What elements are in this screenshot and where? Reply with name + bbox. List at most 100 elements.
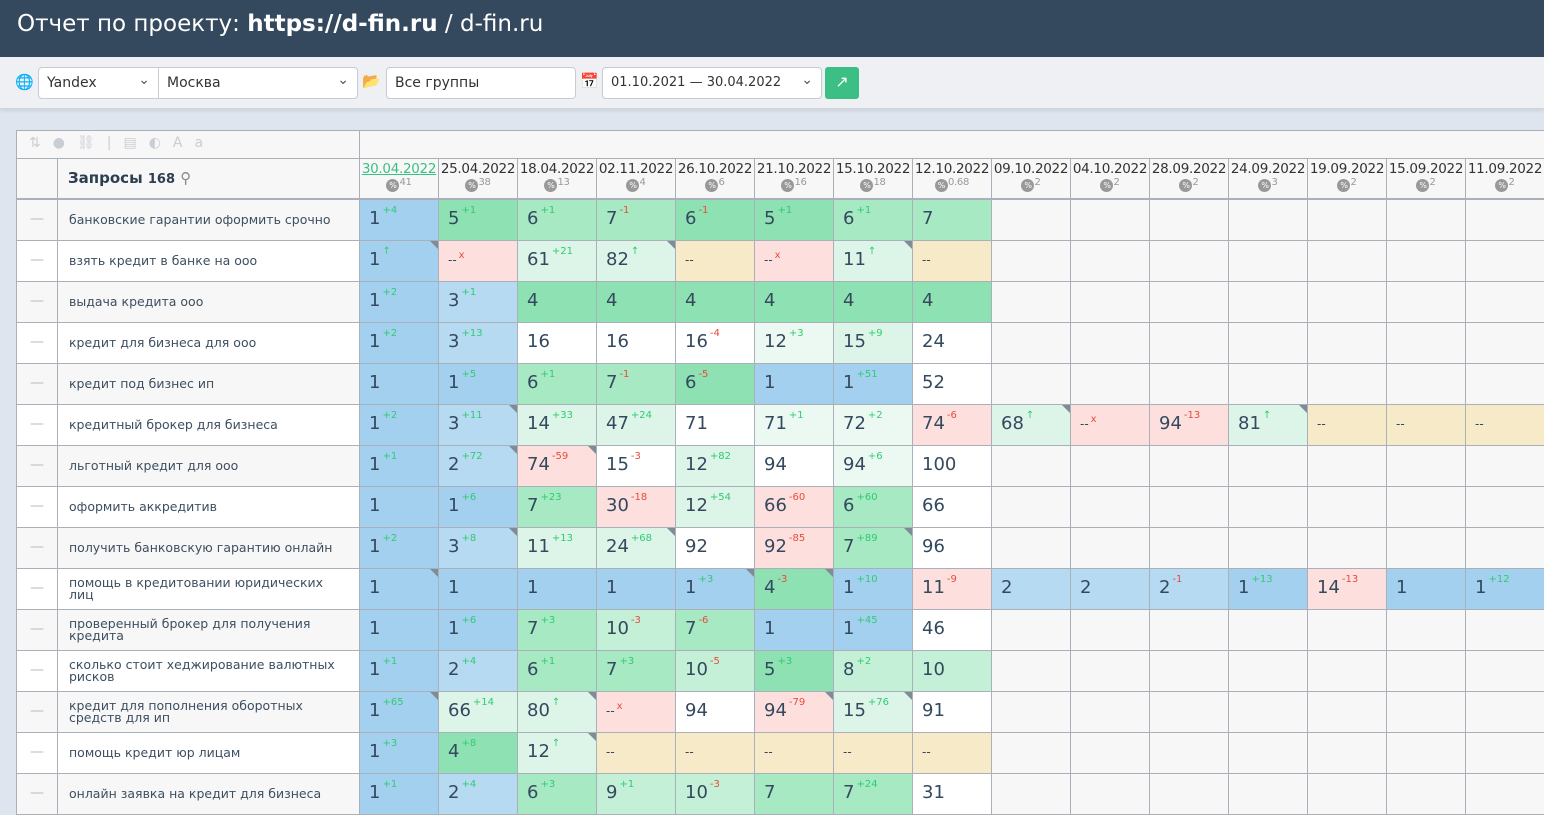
position-cell[interactable]: 2 <box>992 569 1071 609</box>
snippet-corner-marker[interactable] <box>904 528 912 536</box>
position-cell[interactable] <box>1229 610 1308 650</box>
position-cell[interactable]: -- <box>913 241 992 281</box>
position-cell[interactable]: 1 <box>597 569 676 609</box>
position-cell[interactable] <box>1308 774 1387 814</box>
date-label[interactable]: 24.09.2022 <box>1229 161 1307 177</box>
position-cell[interactable] <box>1229 487 1308 527</box>
position-cell[interactable] <box>1071 200 1150 240</box>
remove-query-button[interactable]: — <box>17 200 57 240</box>
position-cell[interactable]: 1 +2 <box>360 323 439 363</box>
position-cell[interactable] <box>1150 364 1229 404</box>
remove-query-button[interactable]: — <box>17 651 57 691</box>
position-cell[interactable] <box>992 364 1071 404</box>
position-cell[interactable]: 16 -4 <box>676 323 755 363</box>
remove-query-button[interactable]: — <box>17 241 57 281</box>
position-cell[interactable]: 6 -5 <box>676 364 755 404</box>
position-cell[interactable]: 1 +4 <box>360 200 439 240</box>
date-column-header[interactable]: 28.09.2022% 2 <box>1150 159 1229 199</box>
position-cell[interactable]: 30 -18 <box>597 487 676 527</box>
position-cell[interactable] <box>992 241 1071 281</box>
position-cell[interactable]: 1 +10 <box>834 569 913 609</box>
date-column-header[interactable]: 21.10.2022% 16 <box>755 159 834 199</box>
position-cell[interactable]: 94 <box>755 446 834 486</box>
position-cell[interactable] <box>992 200 1071 240</box>
position-cell[interactable]: 4 <box>913 282 992 322</box>
queries-header[interactable]: Запросы 168 ⚲ <box>57 159 360 199</box>
position-cell[interactable] <box>1387 774 1466 814</box>
position-cell[interactable]: 80 ↑ <box>518 692 597 732</box>
position-cell[interactable]: 1 +1 <box>360 446 439 486</box>
position-cell[interactable] <box>1387 282 1466 322</box>
position-cell[interactable]: -- x <box>597 692 676 732</box>
position-cell[interactable]: 8 +2 <box>834 651 913 691</box>
position-cell[interactable]: 91 <box>913 692 992 732</box>
position-cell[interactable]: 16 <box>518 323 597 363</box>
export-button[interactable]: ↗ <box>825 67 859 99</box>
date-column-header[interactable]: 26.10.2022% 6 <box>676 159 755 199</box>
position-cell[interactable]: 4 +8 <box>439 733 518 773</box>
date-label[interactable]: 26.10.2022 <box>676 161 754 177</box>
position-cell[interactable]: 10 -3 <box>597 610 676 650</box>
position-cell[interactable]: 4 -3 <box>755 569 834 609</box>
snippet-corner-marker[interactable] <box>509 446 517 454</box>
position-cell[interactable] <box>1071 282 1150 322</box>
position-cell[interactable]: 1 <box>439 569 518 609</box>
date-label[interactable]: 09.10.2022 <box>992 161 1070 177</box>
date-label[interactable]: 15.09.2022 <box>1387 161 1465 177</box>
position-cell[interactable] <box>1387 528 1466 568</box>
date-column-header[interactable]: 19.09.2022% 2 <box>1308 159 1387 199</box>
position-cell[interactable]: 6 +60 <box>834 487 913 527</box>
remove-query-button[interactable]: — <box>17 569 57 609</box>
position-cell[interactable]: 6 +3 <box>518 774 597 814</box>
remove-query-button[interactable]: — <box>17 446 57 486</box>
snippet-corner-marker[interactable] <box>904 241 912 249</box>
position-cell[interactable]: 1 <box>518 569 597 609</box>
position-cell[interactable]: 74 -59 <box>518 446 597 486</box>
position-cell[interactable]: 82 ↑ <box>597 241 676 281</box>
position-cell[interactable] <box>1229 733 1308 773</box>
remove-query-button[interactable]: — <box>17 610 57 650</box>
position-cell[interactable]: 1 <box>755 364 834 404</box>
position-cell[interactable] <box>1150 323 1229 363</box>
position-cell[interactable]: -- <box>1466 405 1544 445</box>
remove-query-button[interactable]: — <box>17 323 57 363</box>
remove-query-button[interactable]: — <box>17 733 57 773</box>
position-cell[interactable] <box>1387 364 1466 404</box>
date-label[interactable]: 30.04.2022 <box>360 161 438 177</box>
position-cell[interactable]: 9 +1 <box>597 774 676 814</box>
position-cell[interactable]: 71 +1 <box>755 405 834 445</box>
position-cell[interactable]: 1 +5 <box>439 364 518 404</box>
snippet-corner-marker[interactable] <box>509 528 517 536</box>
position-cell[interactable]: 1 +3 <box>676 569 755 609</box>
position-cell[interactable] <box>992 528 1071 568</box>
position-cell[interactable]: 1 ↑ <box>360 241 439 281</box>
snippet-corner-marker[interactable] <box>825 692 833 700</box>
position-cell[interactable]: 94 +6 <box>834 446 913 486</box>
position-cell[interactable]: 7 <box>913 200 992 240</box>
position-cell[interactable]: 7 +89 <box>834 528 913 568</box>
position-cell[interactable]: -- <box>755 733 834 773</box>
date-label[interactable]: 02.11.2022 <box>597 161 675 177</box>
position-cell[interactable] <box>1150 733 1229 773</box>
position-cell[interactable] <box>1466 487 1544 527</box>
date-column-header[interactable]: 18.04.2022% 13 <box>518 159 597 199</box>
snippet-corner-marker[interactable] <box>904 692 912 700</box>
position-cell[interactable]: -- <box>1387 405 1466 445</box>
position-cell[interactable]: 1 +13 <box>1229 569 1308 609</box>
position-cell[interactable] <box>1150 651 1229 691</box>
position-cell[interactable] <box>1308 733 1387 773</box>
snippet-corner-marker[interactable] <box>430 569 438 577</box>
position-cell[interactable] <box>1387 323 1466 363</box>
position-cell[interactable]: -- x <box>1071 405 1150 445</box>
remove-query-button[interactable]: — <box>17 364 57 404</box>
position-cell[interactable] <box>1466 651 1544 691</box>
position-cell[interactable]: 1 <box>360 610 439 650</box>
date-label[interactable]: 15.10.2022 <box>834 161 912 177</box>
position-cell[interactable]: 52 <box>913 364 992 404</box>
position-cell[interactable]: 10 -3 <box>676 774 755 814</box>
position-cell[interactable] <box>992 323 1071 363</box>
position-cell[interactable]: 2 <box>1071 569 1150 609</box>
position-cell[interactable]: 4 <box>755 282 834 322</box>
position-cell[interactable]: 11 ↑ <box>834 241 913 281</box>
position-cell[interactable] <box>1466 200 1544 240</box>
